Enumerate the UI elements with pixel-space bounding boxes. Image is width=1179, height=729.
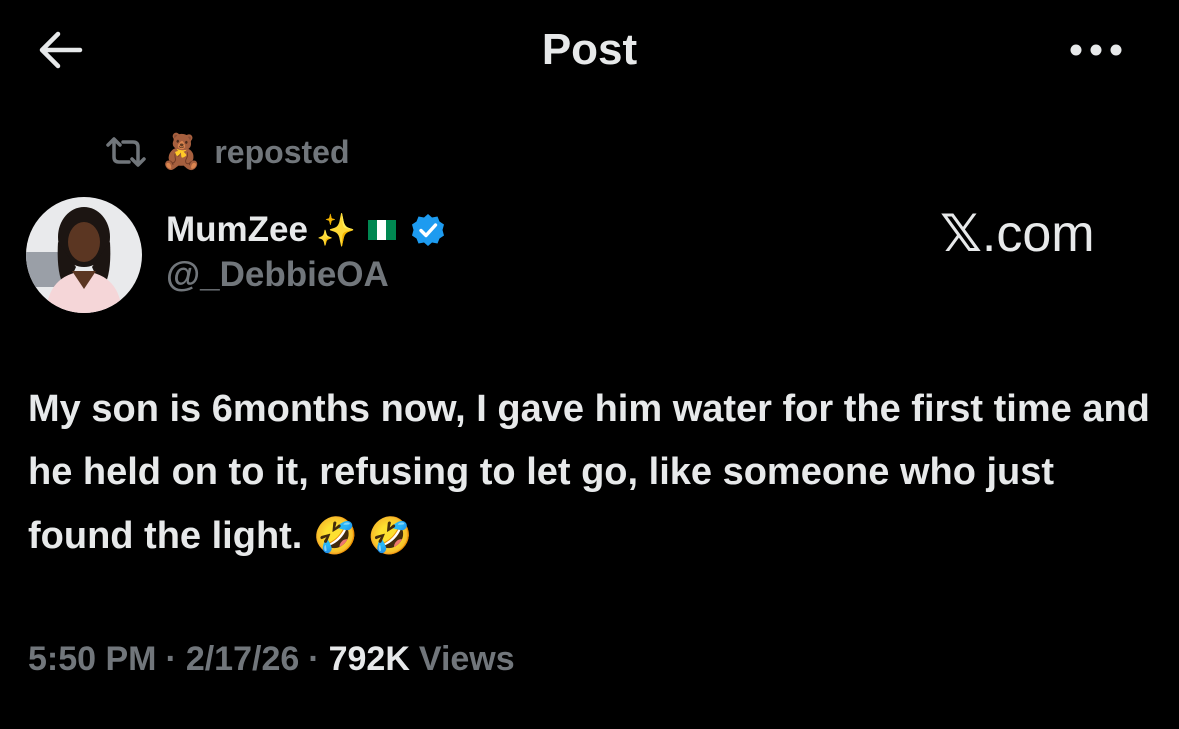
more-options-button[interactable] — [1060, 30, 1132, 70]
post-meta: 5:50 PM · 2/17/26 · 792K Views — [28, 640, 515, 679]
profile-photo — [26, 197, 142, 313]
post-body: My son is 6months now, I gave him water … — [28, 388, 1150, 557]
top-bar: Post — [0, 0, 1179, 100]
author-handle[interactable]: @_DebbieOA — [166, 255, 389, 295]
post-text: My son is 6months now, I gave him water … — [28, 378, 1158, 568]
x-watermark: 𝕏 .com — [940, 204, 1095, 264]
page-title: Post — [541, 25, 638, 74]
x-logo-icon: 𝕏 — [940, 204, 982, 264]
meta-separator: · — [165, 640, 177, 678]
nigeria-flag-icon — [367, 220, 396, 240]
views-label: Views — [418, 640, 515, 678]
post-time[interactable]: 5:50 PM — [28, 640, 157, 679]
post-date[interactable]: 2/17/26 — [186, 640, 299, 679]
sparkles-icon: ✨ — [315, 212, 356, 248]
repost-context[interactable]: 🧸 reposted — [104, 128, 349, 176]
meta-separator: · — [308, 640, 320, 678]
author-display-name: MumZee — [166, 210, 308, 249]
author-name-row[interactable]: MumZee ✨ — [166, 205, 446, 255]
verified-badge-icon — [410, 212, 446, 248]
more-horizontal-icon — [1070, 44, 1122, 56]
reposter-avatar-emoji: 🧸 — [160, 133, 203, 171]
repost-label: reposted — [214, 133, 350, 170]
views-count[interactable]: 792K — [329, 640, 410, 679]
laughing-emoji-icon: 🤣 🤣 — [312, 515, 413, 556]
repost-icon — [106, 137, 146, 167]
watermark-text: .com — [981, 205, 1095, 263]
avatar[interactable] — [26, 197, 142, 313]
